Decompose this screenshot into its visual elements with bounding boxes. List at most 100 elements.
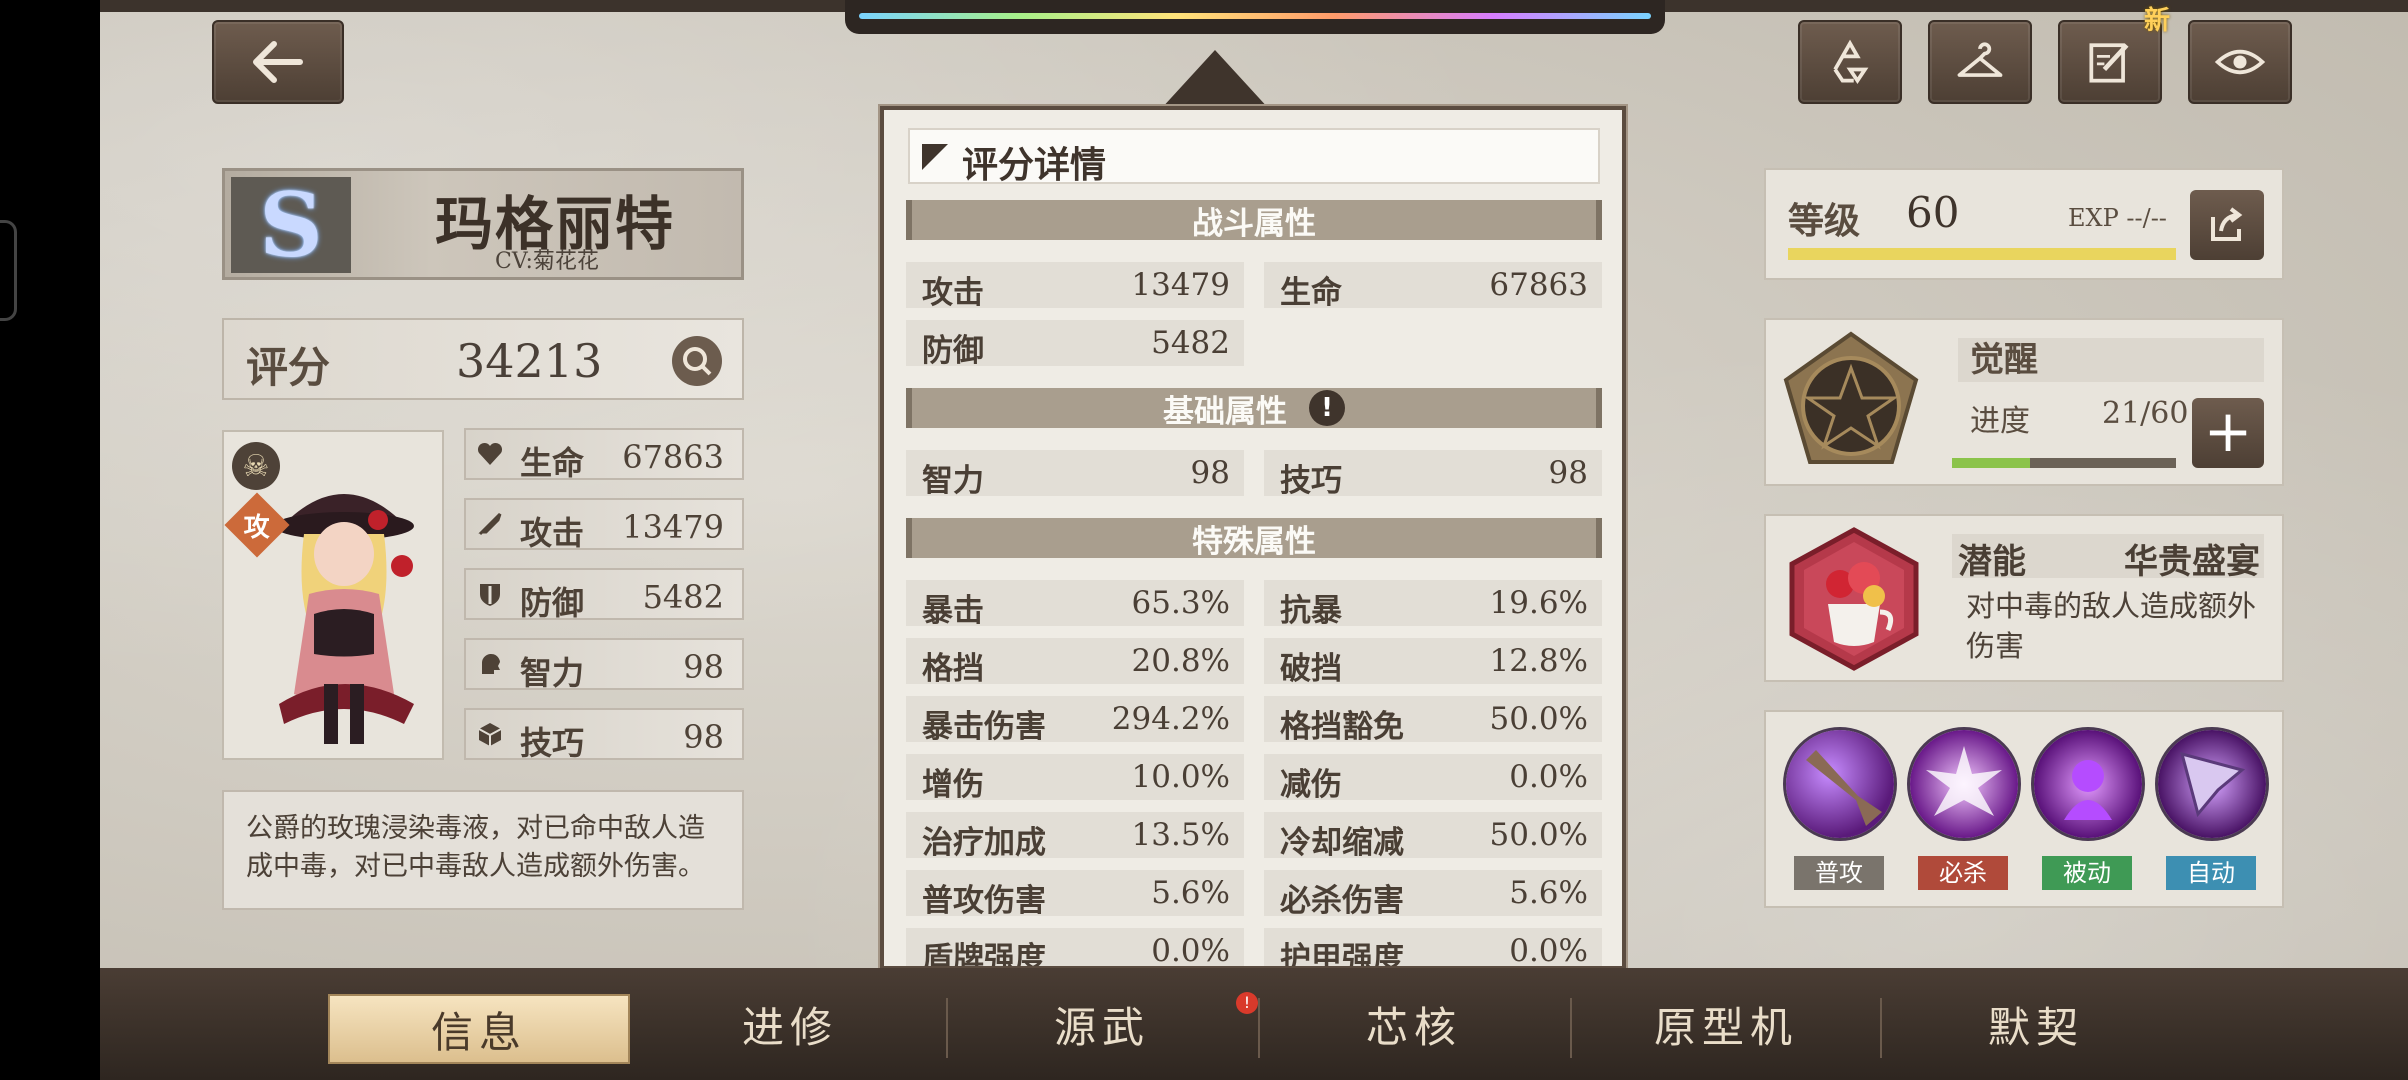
stat-value: 98	[683, 648, 724, 686]
edit-button[interactable]: 新	[2058, 6, 2170, 104]
attr-cell: 抗暴 19.6%	[1264, 580, 1602, 629]
back-button[interactable]	[212, 20, 344, 104]
attr-label: 智力	[922, 463, 984, 499]
panel-title: 评分详情	[962, 144, 1107, 186]
attr-value: 67863	[1489, 267, 1588, 303]
attr-value: 12.8%	[1489, 643, 1588, 679]
top-rainbow-decoration	[845, 0, 1665, 34]
attr-cell: 防御 5482	[906, 320, 1244, 369]
hammer-icon	[1806, 750, 1882, 826]
attr-label: 增伤	[922, 767, 984, 803]
character-illustration	[274, 494, 414, 744]
attr-cell: 技巧 98	[1264, 450, 1602, 499]
skill-tag-ultimate: 必杀	[1918, 856, 2008, 890]
attr-cell: 治疗加成 13.5%	[906, 812, 1244, 861]
score-detail-button[interactable]	[672, 336, 722, 386]
panel-title-bar: 评分详情	[908, 128, 1600, 186]
magnifier-icon	[683, 347, 712, 376]
attr-label: 暴击伤害	[922, 709, 1046, 745]
tab-training[interactable]: 进修	[640, 968, 940, 1080]
exp-bar-fill	[1788, 248, 2176, 260]
attr-value: 50.0%	[1489, 817, 1588, 853]
tab-core[interactable]: 芯核	[1264, 968, 1564, 1080]
wardrobe-button[interactable]	[1928, 20, 2032, 104]
hanger-icon	[1957, 42, 2003, 77]
stat-value: 5482	[642, 578, 724, 616]
tab-weapon[interactable]: 源武	[952, 968, 1252, 1080]
shield-icon	[480, 584, 500, 606]
heart-icon	[477, 442, 503, 465]
stat-value: 13479	[622, 508, 724, 546]
sword-icon	[478, 512, 502, 536]
skill-normal-attack[interactable]	[1786, 730, 1894, 838]
skill-ultimate[interactable]	[1910, 730, 2018, 838]
stat-label: 攻击	[520, 514, 585, 552]
attr-label: 护甲强度	[1280, 941, 1404, 970]
awaken-title: 觉醒	[1958, 338, 2264, 382]
attr-label: 格挡豁免	[1280, 709, 1404, 745]
attr-label: 格挡	[922, 651, 984, 687]
stat-label: 生命	[520, 444, 585, 482]
bottom-nav: 信息 进修 源武 ! 芯核 原型机 默契	[100, 968, 2408, 1080]
rank-letter: S	[259, 173, 323, 277]
score-detail-panel[interactable]: 评分详情 战斗属性 攻击 13479 生命 67863 防御 5482 基础属性…	[880, 106, 1626, 970]
potential-label: 潜能	[1958, 542, 2026, 582]
attr-label: 减伤	[1280, 767, 1342, 803]
attr-label: 治疗加成	[922, 825, 1046, 861]
attr-cell: 减伤 0.0%	[1264, 754, 1602, 803]
share-button[interactable]	[2190, 190, 2264, 260]
attr-cell: 盾牌强度 0.0%	[906, 928, 1244, 970]
awaken-progress-fill	[1952, 458, 2031, 468]
attr-label: 盾牌强度	[922, 941, 1046, 970]
stat-row-attack: 攻击 13479	[464, 498, 744, 552]
attr-cell: 增伤 10.0%	[906, 754, 1244, 803]
attr-label: 必杀伤害	[1280, 883, 1404, 919]
tab-prototype[interactable]: 原型机	[1576, 968, 1876, 1080]
attr-label: 生命	[1280, 275, 1342, 311]
awaken-plus-button[interactable]: +	[2192, 398, 2264, 468]
character-portrait[interactable]: ☠ 攻	[222, 430, 444, 760]
skill-passive[interactable]	[2034, 730, 2142, 838]
level-card: 等级 60 EXP --/--	[1764, 168, 2284, 280]
stat-row-hp: 生命 67863	[464, 428, 744, 482]
spirit-icon	[2064, 760, 2112, 820]
skill-tag-normal: 普攻	[1794, 856, 1884, 890]
rank-badge: S	[231, 177, 351, 273]
notification-dot: !	[1236, 992, 1258, 1014]
attr-cell: 攻击 13479	[906, 262, 1244, 311]
attr-value: 5.6%	[1151, 875, 1230, 911]
attr-label: 暴击	[922, 593, 984, 629]
section-title: 战斗属性	[1192, 205, 1316, 242]
attr-value: 19.6%	[1489, 585, 1588, 621]
exp-text: EXP --/--	[2068, 204, 2167, 232]
rose-teapot-icon	[1789, 527, 1919, 671]
attr-value: 5482	[1151, 325, 1230, 361]
section-header-basic: 基础属性 !	[906, 388, 1602, 430]
attr-value: 98	[1548, 455, 1588, 491]
skill-auto[interactable]	[2158, 730, 2266, 838]
edit-note-icon	[2089, 43, 2129, 83]
tab-info[interactable]: 信息	[328, 994, 630, 1064]
attr-cell: 护甲强度 0.0%	[1264, 928, 1602, 970]
section-title: 基础属性	[1163, 393, 1287, 430]
attr-value: 98	[1190, 455, 1230, 491]
skull-icon: ☠	[232, 442, 280, 490]
tab-rapport[interactable]: 默契	[1886, 968, 2186, 1080]
corner-triangle-icon	[922, 144, 948, 170]
attr-cell: 格挡 20.8%	[906, 638, 1244, 687]
attr-cell: 必杀伤害 5.6%	[1264, 870, 1602, 919]
attr-value: 0.0%	[1509, 933, 1588, 969]
eye-icon	[2214, 49, 2266, 75]
character-description: 公爵的玫瑰浸染毒液，对已命中敌人造成中毒，对已中毒敌人造成额外伤害。	[222, 790, 744, 910]
view-button[interactable]	[2188, 20, 2292, 104]
level-value: 60	[1906, 188, 1960, 237]
recycle-button[interactable]	[1798, 20, 1902, 104]
section-header-combat: 战斗属性	[906, 200, 1602, 242]
potential-card[interactable]: 潜能 华贵盛宴 对中毒的敌人造成额外伤害	[1764, 514, 2284, 682]
info-warning-icon[interactable]: !	[1309, 390, 1345, 426]
burst-icon	[1926, 746, 2002, 816]
nav-separator	[1258, 998, 1260, 1058]
potential-description: 对中毒的敌人造成额外伤害	[1966, 589, 2257, 663]
awaken-progress-bar	[1952, 458, 2176, 468]
attr-value: 20.8%	[1131, 643, 1230, 679]
